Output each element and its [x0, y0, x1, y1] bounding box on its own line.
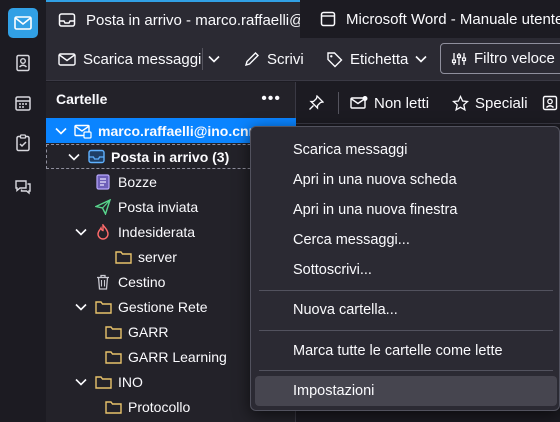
- tasks-button[interactable]: [8, 128, 38, 158]
- account-name: marco.raffaelli@ino.cnr.it: [98, 122, 266, 139]
- quick-filter-button[interactable]: Filtro veloce: [440, 43, 560, 74]
- menu-item-get-messages[interactable]: Scarica messaggi: [255, 135, 557, 165]
- tab-inbox[interactable]: Posta in arrivo - marco.raffaelli@ino.cn…: [46, 0, 300, 38]
- get-messages-label: Scarica messaggi: [83, 50, 202, 68]
- folder-icon: [104, 400, 122, 414]
- mail-toolbar: Scarica messaggi Scrivi Etichetta Filtro…: [46, 38, 560, 81]
- folder-pane-header: Cartelle: [46, 82, 296, 116]
- account-mail-icon: [74, 123, 92, 139]
- chevron-down-icon[interactable]: [54, 127, 68, 135]
- menu-item-label: Impostazioni: [293, 383, 375, 399]
- folder-icon: [114, 250, 132, 264]
- folder-label: INO: [118, 373, 143, 390]
- tag-icon: [327, 51, 343, 67]
- folder-label: Protocollo: [128, 398, 191, 415]
- quick-filter-label: Filtro veloce: [474, 50, 555, 67]
- chevron-down-icon: [415, 55, 427, 63]
- drafts-icon: [94, 173, 112, 190]
- folder-icon: [94, 300, 112, 314]
- folder-pane-title: Cartelle: [56, 91, 108, 107]
- folder-label: Bozze: [118, 173, 157, 190]
- spaces-toolbar: [0, 0, 46, 422]
- folder-context-menu: Scarica messaggi Apri in una nuova sched…: [250, 126, 560, 411]
- folder-label: Indesiderata: [118, 223, 196, 240]
- tab-document[interactable]: Microsoft Word - Manuale utente: [308, 0, 560, 38]
- menu-item-label: Marca tutte le cartelle come lette: [293, 343, 503, 359]
- sent-icon: [94, 198, 112, 215]
- menu-item-search-messages[interactable]: Cerca messaggi...: [255, 225, 557, 255]
- pin-icon: [309, 95, 324, 110]
- menu-item-label: Cerca messaggi...: [293, 232, 410, 248]
- folder-label: Posta inviata: [118, 198, 199, 215]
- calendar-icon: [15, 96, 31, 111]
- toolbar-divider: [202, 48, 203, 70]
- tasks-icon: [16, 134, 30, 152]
- unread-label: Non letti: [374, 94, 430, 112]
- menu-item-subscribe[interactable]: Sottoscrivi...: [255, 255, 557, 285]
- document-tab-icon: [320, 11, 336, 27]
- chat-button[interactable]: [8, 172, 38, 202]
- chevron-down-icon[interactable]: [67, 153, 81, 161]
- menu-item-label: Nuova cartella...: [293, 302, 398, 318]
- menu-separator: [259, 290, 553, 291]
- calendar-button[interactable]: [8, 88, 38, 118]
- pencil-icon: [244, 52, 259, 67]
- tab-label: Posta in arrivo - marco.raffaelli@ino.cn…: [86, 11, 300, 29]
- chevron-down-icon[interactable]: [74, 228, 88, 236]
- filter-icon: [451, 52, 467, 65]
- tag-button[interactable]: Etichetta: [326, 44, 434, 74]
- menu-item-label: Apri in una nuova scheda: [293, 172, 457, 188]
- menu-item-new-folder[interactable]: Nuova cartella...: [255, 295, 557, 325]
- chevron-down-icon[interactable]: [74, 378, 88, 386]
- menu-item-label: Apri in una nuova finestra: [293, 202, 458, 218]
- folder-label: GARR: [128, 323, 169, 340]
- contact-icon: [542, 95, 558, 111]
- address-book-button[interactable]: [8, 48, 38, 78]
- tab-label: Microsoft Word - Manuale utente: [346, 10, 560, 28]
- menu-separator: [259, 330, 553, 331]
- unread-filter-button[interactable]: Non letti: [350, 89, 429, 117]
- folder-icon: [94, 375, 112, 389]
- folder-label: Gestione Rete: [118, 298, 208, 315]
- get-messages-button[interactable]: Scarica messaggi: [58, 44, 201, 74]
- folder-label: server: [138, 248, 177, 265]
- mail-space-button[interactable]: [8, 8, 38, 38]
- folder-icon: [104, 325, 122, 339]
- mail-icon: [14, 16, 32, 30]
- contact-filter-button[interactable]: [542, 89, 560, 117]
- quick-filter-bar: Non letti Speciali: [296, 82, 560, 124]
- unread-mail-icon: [350, 96, 368, 109]
- menu-item-open-new-window[interactable]: Apri in una nuova finestra: [255, 195, 557, 225]
- inbox-tab-icon: [58, 12, 76, 28]
- folder-label: Cestino: [118, 273, 166, 290]
- folder-icon: [104, 350, 122, 364]
- tag-label: Etichetta: [350, 50, 409, 68]
- menu-item-label: Scarica messaggi: [293, 142, 408, 158]
- download-mail-icon: [58, 53, 76, 66]
- starred-label: Speciali: [475, 94, 528, 112]
- address-book-icon: [16, 54, 30, 72]
- write-label: Scrivi: [267, 50, 304, 68]
- tab-bar: Posta in arrivo - marco.raffaelli@ino.cn…: [46, 0, 560, 38]
- inbox-icon: [87, 149, 105, 164]
- menu-item-mark-all-read[interactable]: Marca tutte le cartelle come lette: [255, 336, 557, 366]
- trash-icon: [94, 274, 112, 290]
- chat-icon: [15, 180, 31, 195]
- write-button[interactable]: Scrivi: [244, 44, 304, 74]
- junk-icon: [94, 223, 112, 240]
- get-messages-dropdown[interactable]: [208, 44, 227, 74]
- pin-button[interactable]: [308, 89, 330, 117]
- filter-divider: [338, 92, 339, 114]
- menu-item-settings[interactable]: Impostazioni: [255, 376, 557, 406]
- more-options-icon[interactable]: •••: [261, 90, 281, 108]
- chevron-down-icon: [208, 55, 220, 63]
- chevron-down-icon[interactable]: [74, 303, 88, 311]
- menu-item-label: Sottoscrivi...: [293, 262, 372, 278]
- star-icon: [452, 94, 469, 111]
- starred-filter-button[interactable]: Speciali: [452, 89, 528, 117]
- menu-item-open-new-tab[interactable]: Apri in una nuova scheda: [255, 165, 557, 195]
- folder-label: GARR Learning: [128, 348, 227, 365]
- menu-separator: [259, 370, 553, 371]
- folder-label: Posta in arrivo (3): [111, 148, 230, 165]
